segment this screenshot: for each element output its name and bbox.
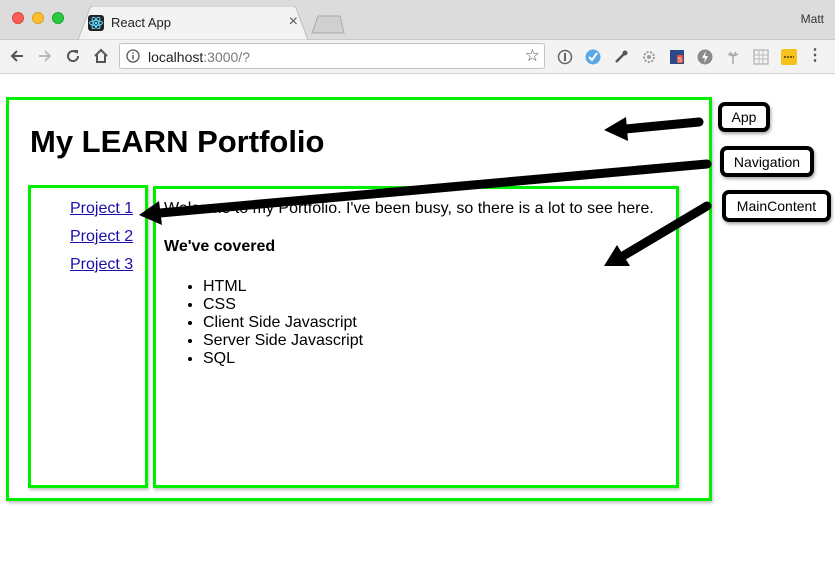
app-callout: App bbox=[718, 102, 770, 132]
navigation-callout-label: Navigation bbox=[733, 153, 801, 170]
annotation-arrows bbox=[139, 117, 712, 266]
navigation-arrow bbox=[139, 159, 712, 225]
main-content-callout-label: MainContent bbox=[736, 198, 817, 214]
app-callout-label: App bbox=[731, 109, 757, 125]
navigation-callout: Navigation bbox=[720, 146, 814, 177]
app-arrow bbox=[604, 117, 704, 141]
main-content-arrow bbox=[604, 201, 712, 266]
main-content-callout: MainContent bbox=[722, 190, 831, 222]
